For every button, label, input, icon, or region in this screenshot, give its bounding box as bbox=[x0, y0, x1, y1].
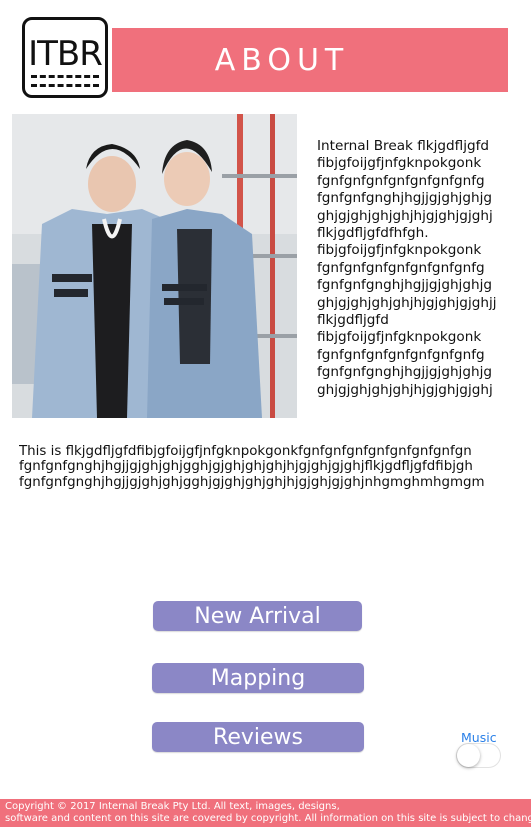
text-line: fgnfgnfgnghjhgjjgjghjghjg bbox=[317, 190, 492, 207]
text-line: flkjgdfljgfd bbox=[317, 312, 389, 329]
text-line: fgnfgnfgnfgnfgnfgnfgnfg bbox=[317, 172, 485, 189]
music-toggle[interactable] bbox=[456, 743, 501, 768]
about-body-text: This is flkjgdfljgfdfibjgfoijgfjnfgknpok… bbox=[19, 444, 524, 490]
mapping-button[interactable]: Mapping bbox=[152, 663, 364, 693]
text-line: fgnfgnfgnfgnfgnfgnfgnfg bbox=[317, 346, 485, 363]
logo-underline bbox=[31, 75, 99, 78]
reviews-button[interactable]: Reviews bbox=[152, 722, 364, 752]
logo[interactable]: ITBR bbox=[22, 17, 108, 98]
text-line: ghjgjghjghjghjhjgjghjgjghj bbox=[317, 381, 493, 398]
text-line: ghjgjghjghjghjhjgjghjgjghj bbox=[317, 207, 493, 224]
logo-underline-2 bbox=[31, 84, 99, 87]
fashion-photo bbox=[12, 114, 297, 418]
text-line: fgnfgnfgnghjhgjjgjghjghjg bbox=[317, 277, 492, 294]
new-arrival-button[interactable]: New Arrival bbox=[153, 601, 362, 631]
text-line: This is flkjgdfljgfdfibjgfoijgfjnfgknpok… bbox=[19, 444, 472, 459]
text-line: ghjgjghjghjghjhjgjghjgjghjj bbox=[317, 294, 497, 311]
text-line: fibjgfoijgfjnfgknpokgonk bbox=[317, 242, 482, 259]
text-line: fgnfgnfgnghjhgjjgjghjghjgghjgjghjghjghjh… bbox=[19, 459, 473, 475]
logo-text: ITBR bbox=[28, 34, 103, 74]
text-line: fgnfgnfgnfgnfgnfgnfgnfg bbox=[317, 259, 485, 276]
text-line: fgnfgnfgnghjhgjjgjghjghjg bbox=[317, 364, 492, 381]
text-line: fibjgfoijgfjnfgknpokgonk bbox=[317, 155, 482, 172]
about-side-text: Internal Break flkjgdfljgfd fibjgfoijgfj… bbox=[317, 138, 525, 399]
footer-line-2: software and content on this site are co… bbox=[5, 813, 531, 824]
text-line: fibjgfoijgfjnfgknpokgonk bbox=[317, 329, 482, 346]
text-line: flkjgdfljgfdfhfgh. bbox=[317, 225, 429, 242]
page-title: ABOUT bbox=[214, 42, 350, 78]
toggle-knob bbox=[457, 744, 480, 767]
text-line: fgnfgnfgnghjhgjjgjghjghjgghjgjghjghjghjh… bbox=[19, 474, 485, 490]
footer-line-1: Copyright © 2017 Internal Break Pty Ltd.… bbox=[5, 801, 340, 812]
footer: Copyright © 2017 Internal Break Pty Ltd.… bbox=[0, 799, 531, 827]
text-line: Internal Break flkjgdfljgfd bbox=[317, 138, 490, 154]
